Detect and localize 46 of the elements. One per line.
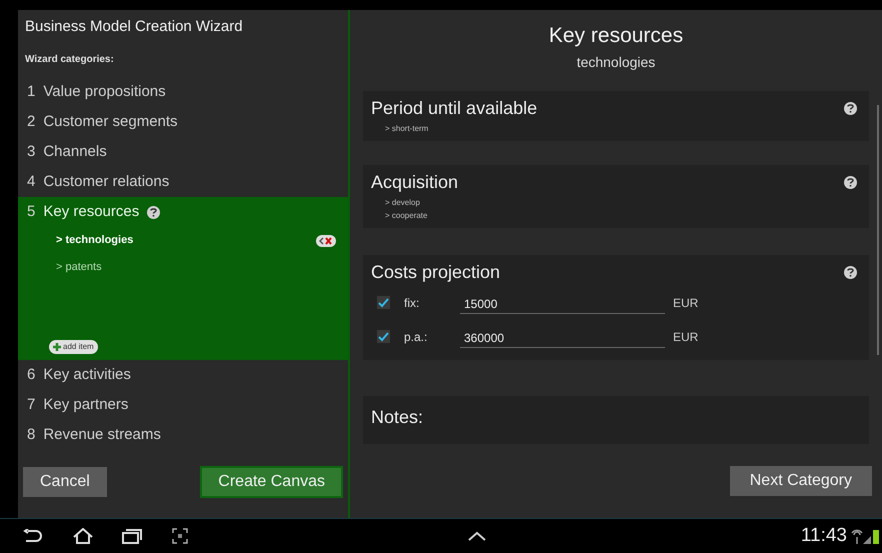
option-text: > short-term — [384, 122, 430, 134]
text-input[interactable]: 15000 — [460, 292, 665, 314]
option-text: > develop — [384, 196, 421, 208]
add-item-button[interactable]: add item — [49, 340, 98, 354]
screenshot-icon[interactable] — [172, 528, 188, 544]
help-icon[interactable] — [844, 102, 857, 114]
checkbox[interactable] — [377, 296, 390, 309]
cancel-button[interactable]: Cancel — [23, 467, 107, 497]
page-title: Key resources — [548, 23, 684, 49]
plus-icon — [53, 343, 61, 351]
unit-label: EUR — [673, 294, 698, 312]
section-label: Wizard categories: — [24, 53, 115, 67]
recent-apps-icon[interactable] — [122, 528, 142, 544]
unit-label: EUR — [673, 328, 698, 346]
category-item[interactable]: 2 Customer segments — [18, 107, 348, 137]
field-label: fix: — [404, 294, 420, 312]
option-text: > cooperate — [384, 210, 428, 222]
category-item[interactable]: 3 Channels — [18, 137, 348, 167]
category-item[interactable]: 1 Value propositions — [18, 77, 348, 107]
section-title: Acquisition — [371, 170, 458, 194]
category-item[interactable]: 8 Revenue streams — [18, 420, 348, 450]
category-item[interactable]: 6 Key activities — [18, 360, 348, 390]
category-item[interactable]: 5 Key resources — [18, 197, 348, 227]
status-icons-drawing — [850, 527, 880, 545]
help-icon[interactable] — [147, 206, 160, 218]
help-icon[interactable] — [844, 176, 857, 188]
home-icon[interactable] — [72, 528, 94, 544]
section-title: Costs projection — [371, 260, 500, 284]
category-item[interactable]: 4 Customer relations — [18, 167, 348, 197]
chevron-up-icon[interactable] — [468, 531, 486, 541]
help-icon[interactable] — [844, 266, 857, 278]
next-button[interactable]: Next Category — [730, 466, 872, 496]
text-input[interactable]: 360000 — [460, 326, 665, 348]
delete-icon[interactable] — [316, 234, 336, 246]
section-title: Notes: — [371, 406, 424, 428]
create-button[interactable]: Create Canvas — [200, 466, 343, 498]
category-item[interactable]: 7 Key partners — [18, 390, 348, 420]
clock: 11:43 — [800, 524, 847, 548]
field-label: p.a.: — [404, 328, 428, 346]
sub-item[interactable]: > patents — [56, 259, 102, 276]
back-icon[interactable] — [22, 529, 42, 543]
sub-item[interactable]: > technologies — [56, 232, 134, 249]
checkbox[interactable] — [377, 330, 390, 343]
wizard-title: Business Model Creation Wizard — [24, 17, 244, 37]
page-subtitle: technologies — [576, 52, 656, 72]
section-title: Period until available — [371, 96, 538, 120]
